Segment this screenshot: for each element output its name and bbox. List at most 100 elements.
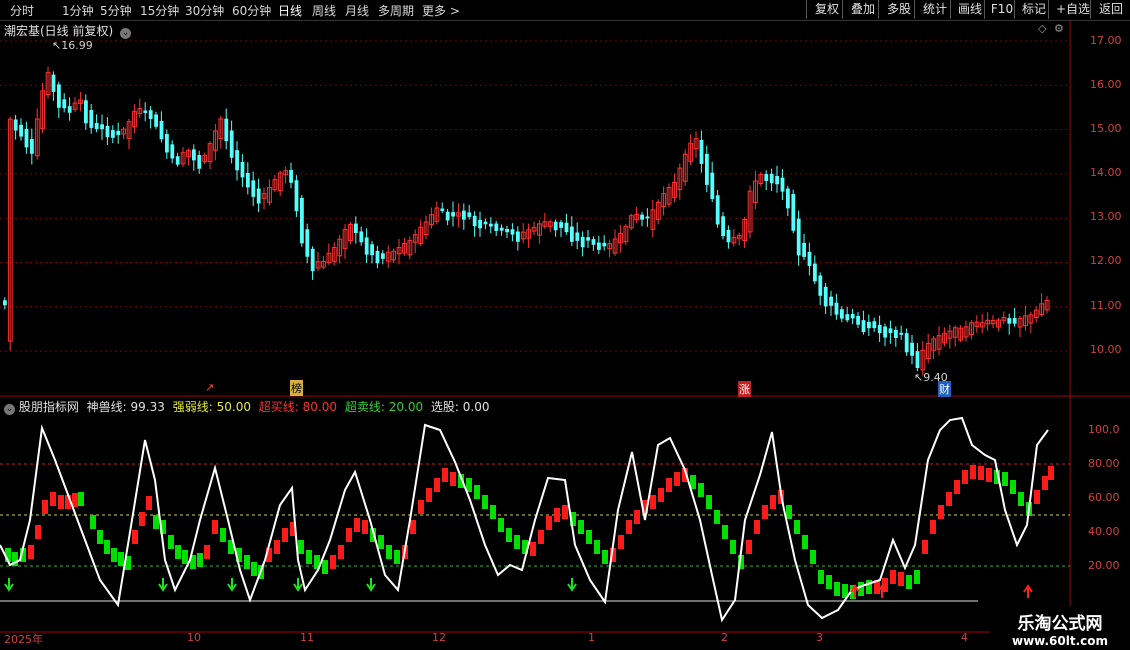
candle-body [148,110,153,119]
event-marker-zhang[interactable]: 涨 [738,381,751,397]
candle-body [710,172,715,199]
indicator-up-block [1034,490,1040,504]
indicator-down-block [251,562,257,576]
candle-body [3,300,7,306]
indicator-tick: 80.00 [1088,457,1120,470]
event-marker-bang[interactable]: 榜 [290,380,303,396]
candle-body [845,314,850,321]
candle-body [872,321,877,329]
candle-body [559,222,563,228]
date-label: 10 [187,631,201,644]
price-tick: 10.00 [1090,343,1122,356]
candle-body [256,188,261,204]
indicator-down-block [802,535,808,549]
candle-body [813,263,817,282]
watermark-url: www.60lt.com [1011,634,1109,648]
indicator-down-block [90,515,96,529]
indicator-line-chaomai: 超买线: 80.00 [258,400,338,414]
candle-body [570,226,574,242]
indicator-down-block [722,525,728,539]
indicator-up-block [978,466,984,480]
indicator-down-block [394,550,400,564]
candle-body [802,242,806,257]
indicator-down-block [386,545,392,559]
candle-body [602,242,607,247]
candle-body [62,99,67,109]
indicator-up-block [938,505,944,519]
candle-body [472,215,477,227]
price-tick: 11.00 [1090,299,1122,312]
candle-body [143,110,148,113]
indicator-tick: 60.00 [1088,491,1120,504]
indicator-down-block [168,535,174,549]
indicator-up-block [35,525,41,539]
candle-body [580,236,585,248]
candle-body [192,149,196,161]
event-marker-arrow[interactable]: ↗ [205,381,214,394]
buy-signal-arrow [1023,584,1033,598]
candle-body [57,84,61,108]
candle-body [354,223,358,234]
candle-body [440,208,445,212]
high-price-label: ↖16.99 [52,39,93,52]
indicator-up-block [442,468,448,482]
candle-body [13,119,18,131]
indicator-up-block [658,488,664,502]
indicator-line-shenshou: 神兽线: 99.33 [86,400,165,414]
candle-body [586,237,590,241]
candle-body [829,296,833,306]
candle-body [84,100,88,124]
candle-body [359,231,364,243]
candle-body [251,180,256,197]
indicator-up-block [754,520,760,534]
indicator-down-block [514,535,520,549]
candle-body [478,219,482,229]
candle-body [597,242,601,250]
indicator-up-block [746,540,752,554]
chart-canvas[interactable] [0,0,1130,650]
indicator-down-block [826,575,832,589]
candle-body [19,124,23,137]
indicator-down-block [498,518,504,532]
indicator-down-block [1018,492,1024,506]
candle-body [899,332,904,335]
indicator-down-block [602,550,608,564]
indicator-up-block [28,545,34,559]
indicator-down-block [810,550,816,564]
indicator-down-block [506,528,512,542]
indicator-up-block [538,530,544,544]
candle-body [159,120,164,140]
candle-body [246,173,250,188]
candle-body [764,174,769,181]
price-tick: 14.00 [1090,166,1122,179]
price-gridlines [0,40,1070,352]
indicator-down-block [220,528,226,542]
indicator-down-block [482,495,488,509]
indicator-down-block [175,545,181,559]
indicator-up-block [650,495,656,509]
indicator-gear-icon[interactable]: ⌄ [4,404,15,415]
sell-signal-arrow [4,578,14,592]
indicator-up-block [282,528,288,542]
indicator-up-block [338,545,344,559]
candle-body [780,177,785,192]
candle-body [575,232,580,241]
candle-body [564,222,569,233]
event-marker-cai[interactable]: 财 [938,381,951,397]
indicator-up-block [58,495,64,509]
indicator-line-chaomai-sell: 超卖线: 20.00 [344,400,424,414]
candle-body [818,275,823,296]
indicator-up-block [212,520,218,534]
sell-signal-arrow [567,578,577,592]
price-tick: 16.00 [1090,78,1122,91]
date-label: 2 [721,631,728,644]
candle-body [67,106,72,113]
candle-body [305,229,310,257]
candle-body [364,237,369,255]
indicator-name: 股朋指标网 [18,400,79,414]
candle-body [505,228,509,233]
candle-body [553,221,558,231]
candle-body [888,328,893,333]
date-label: 11 [300,631,314,644]
candle-body [30,139,34,154]
